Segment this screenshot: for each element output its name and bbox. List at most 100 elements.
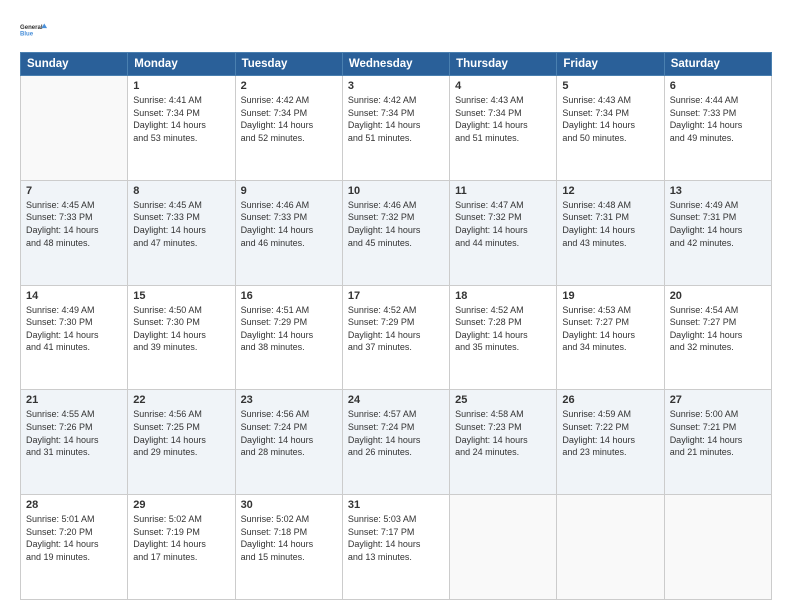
- day-info: Sunrise: 4:55 AM Sunset: 7:26 PM Dayligh…: [26, 408, 122, 458]
- day-info: Sunrise: 4:53 AM Sunset: 7:27 PM Dayligh…: [562, 304, 658, 354]
- day-number: 13: [670, 185, 766, 197]
- day-number: 24: [348, 394, 444, 406]
- day-info: Sunrise: 4:52 AM Sunset: 7:28 PM Dayligh…: [455, 304, 551, 354]
- day-number: 27: [670, 394, 766, 406]
- calendar-cell: 16 Sunrise: 4:51 AM Sunset: 7:29 PM Dayli…: [235, 285, 342, 390]
- calendar-cell: 23 Sunrise: 4:56 AM Sunset: 7:24 PM Dayli…: [235, 390, 342, 495]
- calendar-cell: 29 Sunrise: 5:02 AM Sunset: 7:19 PM Dayli…: [128, 495, 235, 600]
- day-info: Sunrise: 5:00 AM Sunset: 7:21 PM Dayligh…: [670, 408, 766, 458]
- day-info: Sunrise: 4:41 AM Sunset: 7:34 PM Dayligh…: [133, 94, 229, 144]
- day-number: 7: [26, 185, 122, 197]
- calendar-cell: 7 Sunrise: 4:45 AM Sunset: 7:33 PM Daylig…: [21, 180, 128, 285]
- calendar-cell: 2 Sunrise: 4:42 AM Sunset: 7:34 PM Daylig…: [235, 76, 342, 181]
- calendar-cell: 18 Sunrise: 4:52 AM Sunset: 7:28 PM Dayli…: [450, 285, 557, 390]
- day-number: 16: [241, 290, 337, 302]
- calendar-cell: 28 Sunrise: 5:01 AM Sunset: 7:20 PM Dayli…: [21, 495, 128, 600]
- day-number: 15: [133, 290, 229, 302]
- calendar-cell: 5Sunrise: 4:43 AM Sunset: 7:34 PM Daylig…: [557, 76, 664, 181]
- day-info: Sunrise: 4:42 AM Sunset: 7:34 PM Dayligh…: [348, 94, 444, 144]
- calendar-header-monday: Monday: [128, 53, 235, 76]
- svg-text:Blue: Blue: [20, 32, 34, 38]
- calendar-cell: 20 Sunrise: 4:54 AM Sunset: 7:27 PM Dayli…: [664, 285, 771, 390]
- day-number: 6: [670, 80, 766, 92]
- calendar-cell: 19 Sunrise: 4:53 AM Sunset: 7:27 PM Dayli…: [557, 285, 664, 390]
- logo-icon: GeneralBlue: [20, 16, 48, 44]
- calendar-cell: 15Sunrise: 4:50 AM Sunset: 7:30 PM Dayli…: [128, 285, 235, 390]
- day-info: Sunrise: 4:58 AM Sunset: 7:23 PM Dayligh…: [455, 408, 551, 458]
- day-info: Sunrise: 4:46 AM Sunset: 7:32 PM Dayligh…: [348, 199, 444, 249]
- calendar-cell: 27 Sunrise: 5:00 AM Sunset: 7:21 PM Dayli…: [664, 390, 771, 495]
- day-info: Sunrise: 5:02 AM Sunset: 7:18 PM Dayligh…: [241, 513, 337, 563]
- day-number: 29: [133, 499, 229, 511]
- calendar-cell: 26Sunrise: 4:59 AM Sunset: 7:22 PM Dayli…: [557, 390, 664, 495]
- day-number: 18: [455, 290, 551, 302]
- calendar-header-sunday: Sunday: [21, 53, 128, 76]
- day-number: 19: [562, 290, 658, 302]
- calendar-cell: 11Sunrise: 4:47 AM Sunset: 7:32 PM Dayli…: [450, 180, 557, 285]
- svg-text:General: General: [20, 25, 43, 31]
- day-info: Sunrise: 4:54 AM Sunset: 7:27 PM Dayligh…: [670, 304, 766, 354]
- day-info: Sunrise: 4:43 AM Sunset: 7:34 PM Dayligh…: [562, 94, 658, 144]
- day-number: 14: [26, 290, 122, 302]
- calendar-cell: 1 Sunrise: 4:41 AM Sunset: 7:34 PM Daylig…: [128, 76, 235, 181]
- page: GeneralBlue SundayMondayTuesdayWednesday…: [0, 0, 792, 612]
- day-number: 12: [562, 185, 658, 197]
- day-info: Sunrise: 4:56 AM Sunset: 7:24 PM Dayligh…: [241, 408, 337, 458]
- calendar-cell: 17Sunrise: 4:52 AM Sunset: 7:29 PM Dayli…: [342, 285, 449, 390]
- calendar-cell: 25Sunrise: 4:58 AM Sunset: 7:23 PM Dayli…: [450, 390, 557, 495]
- day-number: 20: [670, 290, 766, 302]
- day-info: Sunrise: 4:48 AM Sunset: 7:31 PM Dayligh…: [562, 199, 658, 249]
- calendar-week-row: 21 Sunrise: 4:55 AM Sunset: 7:26 PM Dayli…: [21, 390, 772, 495]
- calendar-week-row: 14Sunrise: 4:49 AM Sunset: 7:30 PM Dayli…: [21, 285, 772, 390]
- calendar-cell: 24 Sunrise: 4:57 AM Sunset: 7:24 PM Dayli…: [342, 390, 449, 495]
- calendar-cell: 8Sunrise: 4:45 AM Sunset: 7:33 PM Daylig…: [128, 180, 235, 285]
- header: GeneralBlue: [20, 16, 772, 44]
- day-info: Sunrise: 5:01 AM Sunset: 7:20 PM Dayligh…: [26, 513, 122, 563]
- calendar-table: SundayMondayTuesdayWednesdayThursdayFrid…: [20, 52, 772, 600]
- day-number: 30: [241, 499, 337, 511]
- day-info: Sunrise: 4:46 AM Sunset: 7:33 PM Dayligh…: [241, 199, 337, 249]
- day-number: 31: [348, 499, 444, 511]
- calendar-week-row: 28 Sunrise: 5:01 AM Sunset: 7:20 PM Dayli…: [21, 495, 772, 600]
- calendar-week-row: 7 Sunrise: 4:45 AM Sunset: 7:33 PM Daylig…: [21, 180, 772, 285]
- day-number: 28: [26, 499, 122, 511]
- calendar-header-saturday: Saturday: [664, 53, 771, 76]
- day-info: Sunrise: 4:59 AM Sunset: 7:22 PM Dayligh…: [562, 408, 658, 458]
- day-info: Sunrise: 4:45 AM Sunset: 7:33 PM Dayligh…: [26, 199, 122, 249]
- day-info: Sunrise: 4:49 AM Sunset: 7:31 PM Dayligh…: [670, 199, 766, 249]
- day-number: 3: [348, 80, 444, 92]
- day-number: 23: [241, 394, 337, 406]
- day-info: Sunrise: 4:51 AM Sunset: 7:29 PM Dayligh…: [241, 304, 337, 354]
- calendar-cell: 21 Sunrise: 4:55 AM Sunset: 7:26 PM Dayli…: [21, 390, 128, 495]
- calendar-cell: 9 Sunrise: 4:46 AM Sunset: 7:33 PM Daylig…: [235, 180, 342, 285]
- calendar-header-tuesday: Tuesday: [235, 53, 342, 76]
- calendar-cell: 4 Sunrise: 4:43 AM Sunset: 7:34 PM Daylig…: [450, 76, 557, 181]
- day-info: Sunrise: 4:47 AM Sunset: 7:32 PM Dayligh…: [455, 199, 551, 249]
- day-info: Sunrise: 4:56 AM Sunset: 7:25 PM Dayligh…: [133, 408, 229, 458]
- day-info: Sunrise: 4:44 AM Sunset: 7:33 PM Dayligh…: [670, 94, 766, 144]
- calendar-header-row: SundayMondayTuesdayWednesdayThursdayFrid…: [21, 53, 772, 76]
- calendar-header-friday: Friday: [557, 53, 664, 76]
- calendar-cell: 14Sunrise: 4:49 AM Sunset: 7:30 PM Dayli…: [21, 285, 128, 390]
- calendar-cell: 3 Sunrise: 4:42 AM Sunset: 7:34 PM Daylig…: [342, 76, 449, 181]
- day-number: 17: [348, 290, 444, 302]
- day-number: 1: [133, 80, 229, 92]
- logo: GeneralBlue: [20, 16, 48, 44]
- day-number: 9: [241, 185, 337, 197]
- day-info: Sunrise: 4:57 AM Sunset: 7:24 PM Dayligh…: [348, 408, 444, 458]
- day-number: 2: [241, 80, 337, 92]
- day-info: Sunrise: 5:03 AM Sunset: 7:17 PM Dayligh…: [348, 513, 444, 563]
- day-number: 4: [455, 80, 551, 92]
- day-number: 10: [348, 185, 444, 197]
- calendar-cell: 13 Sunrise: 4:49 AM Sunset: 7:31 PM Dayli…: [664, 180, 771, 285]
- calendar-cell: [664, 495, 771, 600]
- calendar-header-wednesday: Wednesday: [342, 53, 449, 76]
- calendar-cell: [450, 495, 557, 600]
- day-info: Sunrise: 4:43 AM Sunset: 7:34 PM Dayligh…: [455, 94, 551, 144]
- calendar-cell: 6 Sunrise: 4:44 AM Sunset: 7:33 PM Daylig…: [664, 76, 771, 181]
- day-number: 21: [26, 394, 122, 406]
- calendar-cell: [557, 495, 664, 600]
- calendar-week-row: 1 Sunrise: 4:41 AM Sunset: 7:34 PM Daylig…: [21, 76, 772, 181]
- day-info: Sunrise: 5:02 AM Sunset: 7:19 PM Dayligh…: [133, 513, 229, 563]
- day-info: Sunrise: 4:42 AM Sunset: 7:34 PM Dayligh…: [241, 94, 337, 144]
